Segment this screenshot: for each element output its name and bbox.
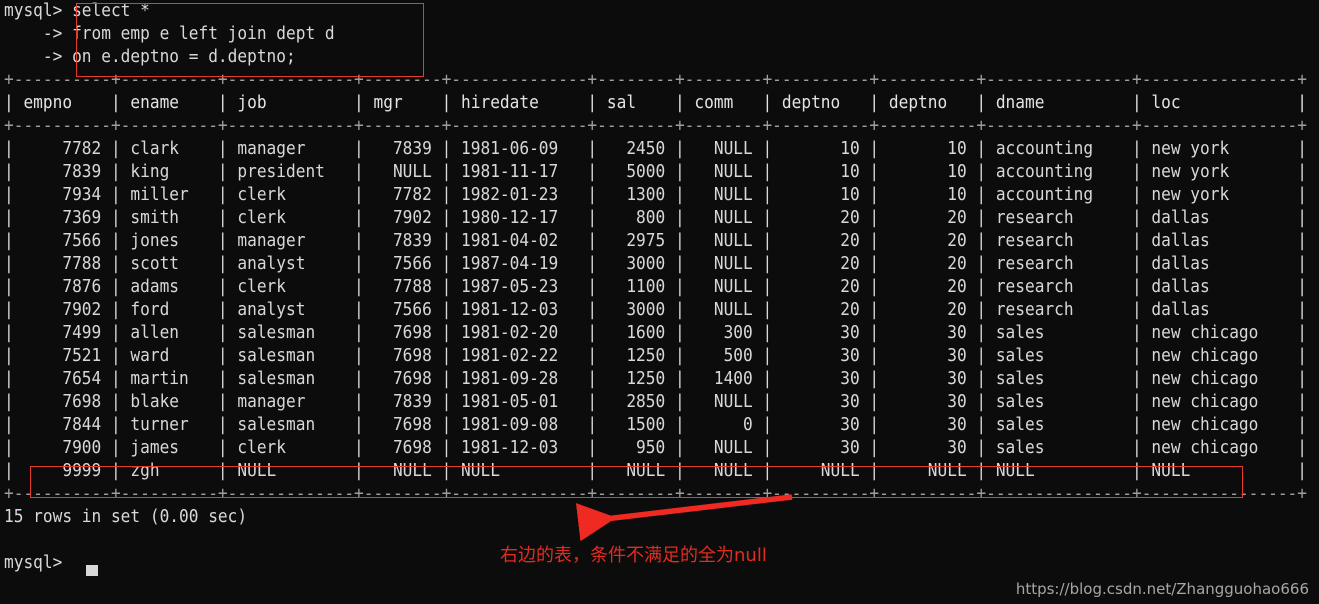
table-header-row: | empno | ename | job | mgr | hiredate |… xyxy=(4,93,1307,113)
table-separator-bottom: +----------+----------+-------------+---… xyxy=(4,484,1307,504)
table-row: | 7369 | smith | clerk | 7902 | 1980-12-… xyxy=(4,208,1307,228)
table-row: | 7788 | scott | analyst | 7566 | 1987-0… xyxy=(4,254,1307,274)
annotation-note-text: 右边的表，条件不满足的全为null xyxy=(500,545,767,566)
table-row: | 7654 | martin | salesman | 7698 | 1981… xyxy=(4,369,1307,389)
table-row: | 7902 | ford | analyst | 7566 | 1981-12… xyxy=(4,300,1307,320)
table-row: | 7782 | clark | manager | 7839 | 1981-0… xyxy=(4,139,1307,159)
prompt-line-2: -> from emp e left join dept d xyxy=(4,24,335,44)
terminal-text-layer: mysql> select * -> from emp e left join … xyxy=(0,0,1319,604)
table-separator-top: +----------+----------+-------------+---… xyxy=(4,70,1307,90)
table-row: | 7900 | james | clerk | 7698 | 1981-12-… xyxy=(4,438,1307,458)
final-prompt: mysql> xyxy=(4,553,63,573)
table-row: | 7934 | miller | clerk | 7782 | 1982-01… xyxy=(4,185,1307,205)
terminal-screen: mysql> select * -> from emp e left join … xyxy=(0,0,1319,604)
table-row: | 7844 | turner | salesman | 7698 | 1981… xyxy=(4,415,1307,435)
prompt-line-1: mysql> select * xyxy=(4,1,150,21)
table-row: | 7521 | ward | salesman | 7698 | 1981-0… xyxy=(4,346,1307,366)
table-row: | 7876 | adams | clerk | 7788 | 1987-05-… xyxy=(4,277,1307,297)
watermark-url: https://blog.csdn.net/Zhangguohao666 xyxy=(1015,580,1309,598)
table-separator-header: +----------+----------+-------------+---… xyxy=(4,116,1307,136)
table-row: | 7566 | jones | manager | 7839 | 1981-0… xyxy=(4,231,1307,251)
table-row: | 7499 | allen | salesman | 7698 | 1981-… xyxy=(4,323,1307,343)
prompt-line-3: -> on e.deptno = d.deptno; xyxy=(4,47,296,67)
status-line: 15 rows in set (0.00 sec) xyxy=(4,507,248,527)
table-row: | 7839 | king | president | NULL | 1981-… xyxy=(4,162,1307,182)
table-row: | 9999 | zgh | NULL | NULL | NULL | NULL… xyxy=(4,461,1307,481)
table-row: | 7698 | blake | manager | 7839 | 1981-0… xyxy=(4,392,1307,412)
terminal-cursor xyxy=(86,565,98,576)
